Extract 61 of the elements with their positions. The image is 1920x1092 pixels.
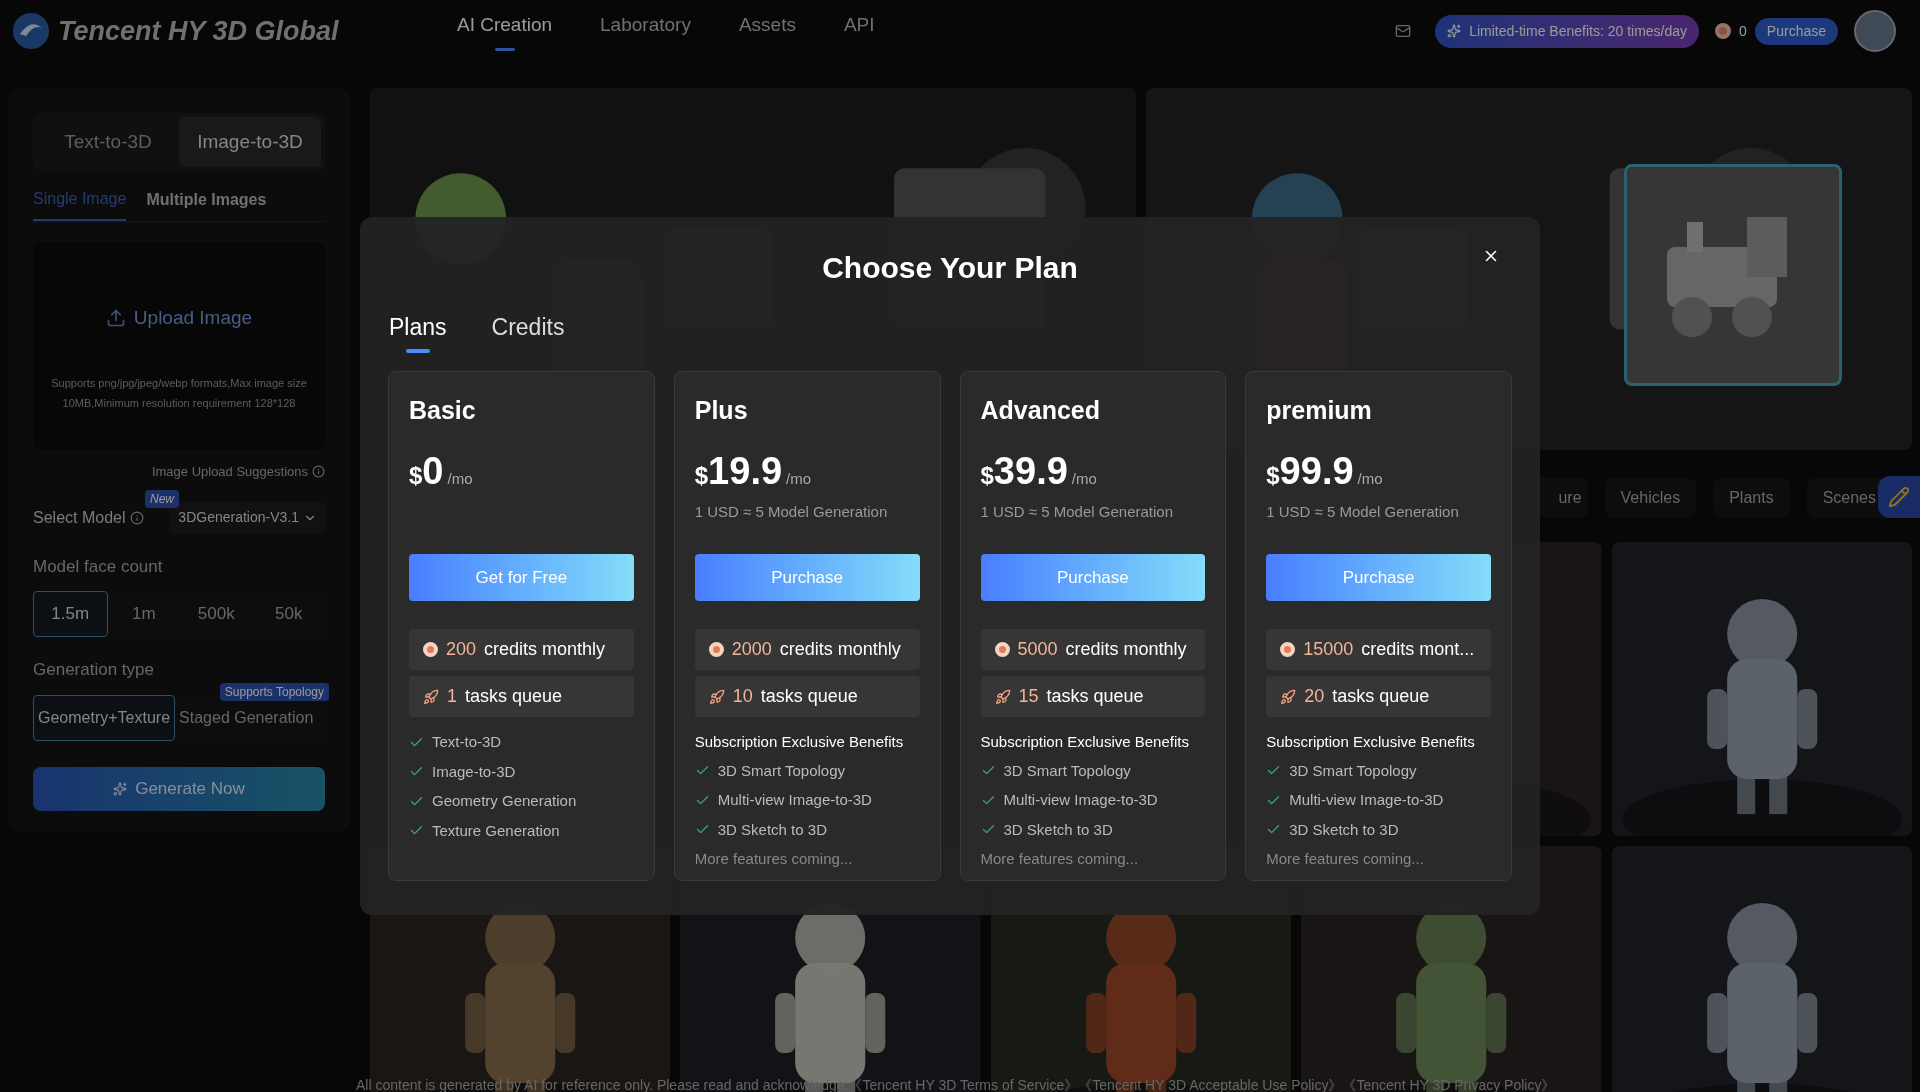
credits-label: credits monthly (1065, 638, 1187, 661)
topology-badge: Supports Topology (219, 682, 329, 701)
feature-text: 3D Smart Topology (1289, 760, 1417, 781)
feature-text: Multi-view Image-to-3D (1289, 790, 1444, 810)
benefits-title: Subscription Exclusive Benefits (1266, 732, 1476, 752)
price: $99.9 (1266, 449, 1354, 494)
credits-amount: 2000 (731, 638, 772, 661)
benefits-title: Subscription Exclusive Benefits (980, 732, 1190, 752)
price-unit: /mo (447, 469, 473, 489)
plan-name: premium (1266, 394, 1373, 426)
dialog-title: Choose Your Plan (822, 250, 1078, 286)
logo-text: Tencent HY 3D Global (58, 14, 339, 48)
more-features: More features coming... (1266, 849, 1425, 869)
more-features: More features coming... (694, 849, 854, 869)
credits-amount: 5000 (1017, 638, 1058, 661)
feature-text: Texture Generation (432, 820, 560, 841)
feature-text: Image-to-3D (432, 761, 516, 782)
benefits-text: Limited-time Benefits: 20 times/day (1469, 21, 1688, 41)
feature-text: 3D Sketch to 3D (717, 819, 827, 840)
credits-amount: 200 (446, 638, 477, 661)
model-label: Select Model (33, 507, 126, 528)
benefits-title: Subscription Exclusive Benefits (694, 732, 905, 752)
feature-text: 3D Sketch to 3D (1289, 819, 1399, 840)
plan-name: Basic (409, 394, 477, 426)
feature-text: Text-to-3D (432, 732, 502, 752)
credits-label: credits monthly (779, 638, 901, 661)
plan-name: Plus (694, 394, 749, 426)
credit-count: 0 (1739, 21, 1747, 41)
upload-label: Upload Image (133, 306, 253, 330)
price: $0 (409, 449, 444, 494)
price-unit: /mo (1071, 469, 1097, 489)
credits-label: credits monthly (484, 638, 606, 661)
queue-amount: 15 (1018, 685, 1039, 708)
queue-label: tasks queue (465, 685, 563, 708)
queue-label: tasks queue (760, 685, 858, 708)
feature-text: Multi-view Image-to-3D (717, 790, 872, 810)
feature-text: 3D Smart Topology (1003, 760, 1131, 781)
feature-text: 3D Sketch to 3D (1003, 819, 1113, 840)
price: $19.9 (694, 449, 783, 494)
credits-label: credits mont... (1361, 638, 1475, 661)
upload-hint: Supports png/jpg/jpeg/webp formats,Max image size 10MB,Minimum resolution requirement 128*128 (50, 375, 308, 411)
more-features: More features coming... (980, 849, 1140, 869)
face-count-label: Model face count (33, 555, 164, 578)
price: $39.9 (980, 449, 1068, 494)
queue-label: tasks queue (1046, 685, 1144, 708)
new-badge: New (145, 489, 179, 508)
queue-amount: 1 (447, 685, 457, 708)
plan-note: 1 USD ≈ 5 Model Generation (980, 503, 1173, 520)
generation-type-label: Generation type (33, 659, 155, 681)
feature-text: Multi-view Image-to-3D (1003, 790, 1158, 810)
feature-text: Geometry Generation (432, 791, 577, 811)
feature-text: 3D Smart Topology (717, 760, 846, 781)
queue-label: tasks queue (1332, 685, 1430, 708)
price-unit: /mo (1357, 469, 1383, 489)
price-unit: /mo (786, 469, 812, 489)
credits-amount: 15000 (1303, 638, 1354, 661)
plan-note: 1 USD ≈ 5 Model Generation (1266, 503, 1459, 520)
queue-amount: 10 (732, 685, 753, 708)
plan-note: 1 USD ≈ 5 Model Generation (694, 503, 888, 520)
plan-name: Advanced (980, 394, 1101, 426)
queue-amount: 20 (1304, 685, 1325, 708)
